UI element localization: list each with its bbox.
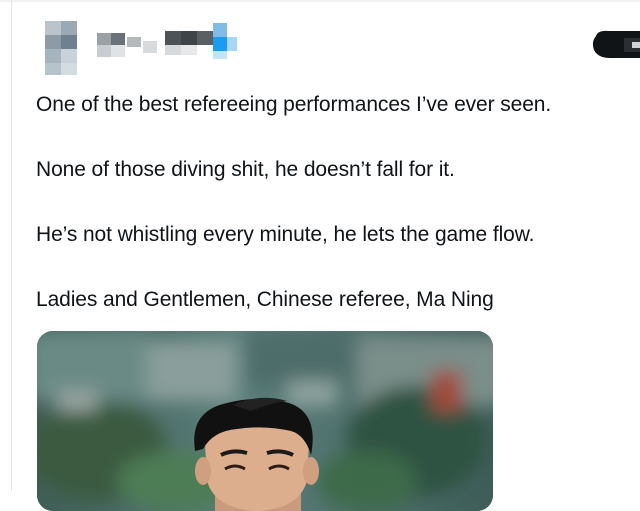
thread-divider bbox=[11, 0, 12, 491]
tweet-text-line: None of those diving shit, he doesn’t fa… bbox=[36, 158, 455, 181]
tweet-media-photo[interactable] bbox=[37, 331, 493, 511]
tweet-text-line: One of the best refereeing performances … bbox=[36, 93, 552, 116]
tweet-author-header[interactable] bbox=[45, 15, 625, 77]
more-options-icon[interactable] bbox=[588, 28, 640, 62]
tweet-text-line: He’s not whistling every minute, he lets… bbox=[36, 223, 535, 246]
top-divider bbox=[0, 0, 640, 2]
tweet-text-line: Ladies and Gentlemen, Chinese referee, M… bbox=[36, 288, 494, 311]
referee-photo bbox=[37, 331, 493, 511]
